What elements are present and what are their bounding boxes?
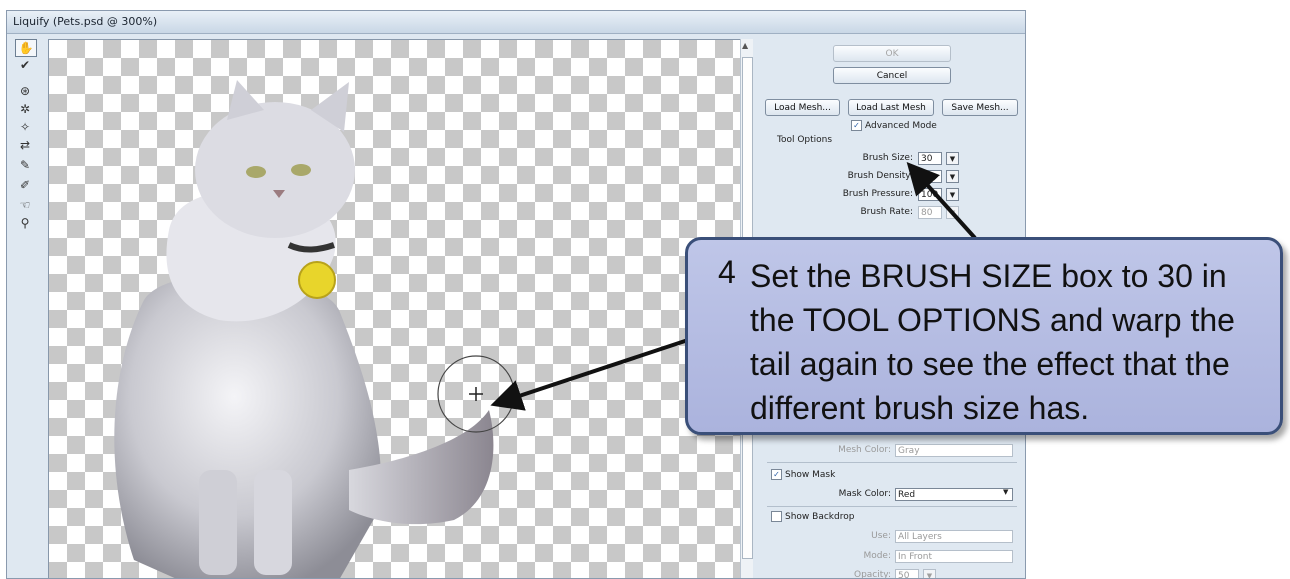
callout-text: Set the BRUSH SIZE box to 30 in the TOOL…	[750, 258, 1235, 426]
step-number: 4	[718, 254, 736, 290]
arrow-to-brush-size	[906, 162, 977, 240]
arrow-to-tail	[490, 338, 689, 411]
instruction-callout: 4 Set the BRUSH SIZE box to 30 in the TO…	[685, 237, 1283, 435]
